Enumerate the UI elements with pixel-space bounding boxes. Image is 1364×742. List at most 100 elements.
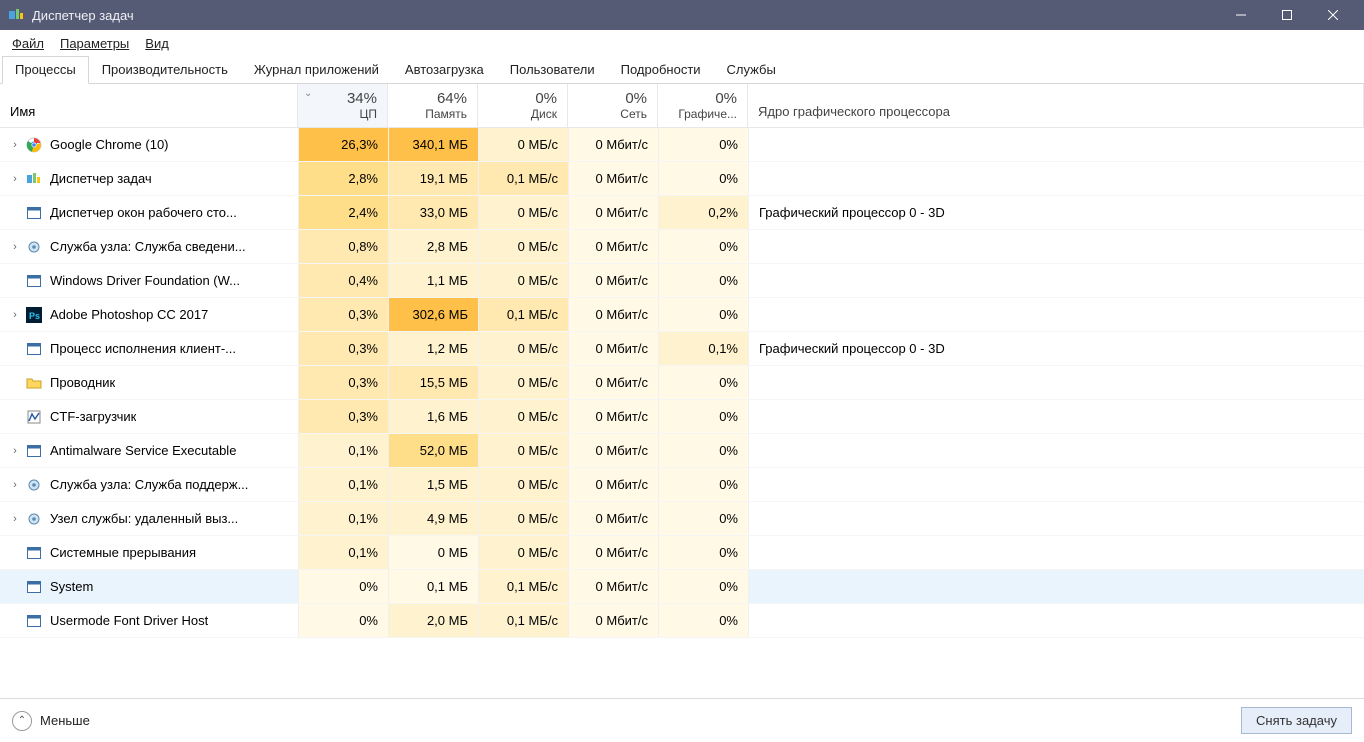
menu-options[interactable]: Параметры bbox=[52, 33, 137, 54]
cell-cpu: 0,1% bbox=[298, 536, 388, 569]
cell-name: Usermode Font Driver Host bbox=[0, 604, 298, 637]
expand-icon[interactable]: › bbox=[8, 173, 22, 185]
mem-label: Память bbox=[425, 107, 467, 121]
cell-gpu: 0% bbox=[658, 298, 748, 331]
process-table: Имя ⌄ 34% ЦП 64% Память 0% Диск 0% Сеть … bbox=[0, 84, 1364, 698]
cell-name: Процесс исполнения клиент-... bbox=[0, 332, 298, 365]
cell-disk: 0,1 МБ/с bbox=[478, 570, 568, 603]
table-row[interactable]: Процесс исполнения клиент-...0,3%1,2 МБ0… bbox=[0, 332, 1364, 366]
table-row[interactable]: ›Узел службы: удаленный выз...0,1%4,9 МБ… bbox=[0, 502, 1364, 536]
table-row[interactable]: ›Диспетчер задач2,8%19,1 МБ0,1 МБ/с0 Мби… bbox=[0, 162, 1364, 196]
cell-gpu-engine bbox=[748, 298, 1364, 331]
cell-gpu-engine bbox=[748, 434, 1364, 467]
cell-net: 0 Мбит/с bbox=[568, 264, 658, 297]
table-row[interactable]: CTF-загрузчик0,3%1,6 МБ0 МБ/с0 Мбит/с0% bbox=[0, 400, 1364, 434]
column-network[interactable]: 0% Сеть bbox=[568, 84, 658, 127]
table-row[interactable]: System0%0,1 МБ0,1 МБ/с0 Мбит/с0% bbox=[0, 570, 1364, 604]
expand-icon[interactable]: › bbox=[8, 309, 22, 321]
cell-net: 0 Мбит/с bbox=[568, 604, 658, 637]
cell-disk: 0 МБ/с bbox=[478, 230, 568, 263]
table-row[interactable]: Windows Driver Foundation (W...0,4%1,1 М… bbox=[0, 264, 1364, 298]
cell-gpu-engine bbox=[748, 264, 1364, 297]
table-row[interactable]: ›Служба узла: Служба поддерж...0,1%1,5 М… bbox=[0, 468, 1364, 502]
cell-mem: 1,2 МБ bbox=[388, 332, 478, 365]
cell-gpu-engine: Графический процессор 0 - 3D bbox=[748, 196, 1364, 229]
end-task-button[interactable]: Снять задачу bbox=[1241, 707, 1352, 734]
svg-text:Ps: Ps bbox=[29, 311, 40, 321]
column-cpu[interactable]: ⌄ 34% ЦП bbox=[298, 84, 388, 127]
cell-mem: 340,1 МБ bbox=[388, 128, 478, 161]
expand-icon[interactable]: › bbox=[8, 139, 22, 151]
cell-name: ›Диспетчер задач bbox=[0, 162, 298, 195]
tab-performance[interactable]: Производительность bbox=[89, 56, 241, 84]
cell-net: 0 Мбит/с bbox=[568, 366, 658, 399]
cell-net: 0 Мбит/с bbox=[568, 196, 658, 229]
table-header: Имя ⌄ 34% ЦП 64% Память 0% Диск 0% Сеть … bbox=[0, 84, 1364, 128]
tabstrip: Процессы Производительность Журнал прило… bbox=[0, 56, 1364, 84]
titlebar[interactable]: Диспетчер задач bbox=[0, 0, 1364, 30]
cell-gpu: 0% bbox=[658, 434, 748, 467]
cell-gpu-engine bbox=[748, 366, 1364, 399]
cell-mem: 1,5 МБ bbox=[388, 468, 478, 501]
tab-processes[interactable]: Процессы bbox=[2, 56, 89, 84]
cell-net: 0 Мбит/с bbox=[568, 332, 658, 365]
cell-gpu: 0% bbox=[658, 536, 748, 569]
cell-disk: 0 МБ/с bbox=[478, 366, 568, 399]
cell-gpu: 0% bbox=[658, 264, 748, 297]
column-name[interactable]: Имя bbox=[0, 84, 298, 127]
cell-net: 0 Мбит/с bbox=[568, 434, 658, 467]
expand-icon[interactable]: › bbox=[8, 445, 22, 457]
window-icon bbox=[26, 545, 42, 561]
tab-apphistory[interactable]: Журнал приложений bbox=[241, 56, 392, 84]
tab-users[interactable]: Пользователи bbox=[497, 56, 608, 84]
process-name: System bbox=[50, 579, 93, 594]
menu-view[interactable]: Вид bbox=[137, 33, 177, 54]
maximize-button[interactable] bbox=[1264, 0, 1310, 30]
table-row[interactable]: ›Служба узла: Служба сведени...0,8%2,8 М… bbox=[0, 230, 1364, 264]
cell-mem: 0,1 МБ bbox=[388, 570, 478, 603]
tab-startup[interactable]: Автозагрузка bbox=[392, 56, 497, 84]
tab-services[interactable]: Службы bbox=[714, 56, 789, 84]
close-button[interactable] bbox=[1310, 0, 1356, 30]
column-disk[interactable]: 0% Диск bbox=[478, 84, 568, 127]
table-row[interactable]: Проводник0,3%15,5 МБ0 МБ/с0 Мбит/с0% bbox=[0, 366, 1364, 400]
cell-net: 0 Мбит/с bbox=[568, 298, 658, 331]
expand-icon[interactable]: › bbox=[8, 241, 22, 253]
process-name: Системные прерывания bbox=[50, 545, 196, 560]
cell-cpu: 0,1% bbox=[298, 434, 388, 467]
chevron-up-icon: ⌃ bbox=[12, 711, 32, 731]
cell-cpu: 0,3% bbox=[298, 298, 388, 331]
table-body[interactable]: ›Google Chrome (10)26,3%340,1 МБ0 МБ/с0 … bbox=[0, 128, 1364, 686]
cell-gpu: 0,2% bbox=[658, 196, 748, 229]
cell-gpu: 0% bbox=[658, 570, 748, 603]
table-row[interactable]: ›Antimalware Service Executable0,1%52,0 … bbox=[0, 434, 1364, 468]
gear-icon bbox=[26, 477, 42, 493]
table-row[interactable]: Системные прерывания0,1%0 МБ0 МБ/с0 Мбит… bbox=[0, 536, 1364, 570]
process-name: Процесс исполнения клиент-... bbox=[50, 341, 236, 356]
column-gpu[interactable]: 0% Графиче... bbox=[658, 84, 748, 127]
cell-disk: 0,1 МБ/с bbox=[478, 604, 568, 637]
fewer-details-button[interactable]: ⌃ Меньше bbox=[12, 711, 90, 731]
cell-cpu: 0,1% bbox=[298, 502, 388, 535]
cell-cpu: 2,4% bbox=[298, 196, 388, 229]
cell-cpu: 0,8% bbox=[298, 230, 388, 263]
process-name: CTF-загрузчик bbox=[50, 409, 136, 424]
column-memory[interactable]: 64% Память bbox=[388, 84, 478, 127]
cell-gpu-engine bbox=[748, 162, 1364, 195]
table-row[interactable]: Usermode Font Driver Host0%2,0 МБ0,1 МБ/… bbox=[0, 604, 1364, 638]
column-gpu-engine[interactable]: Ядро графического процессора bbox=[748, 84, 1364, 127]
minimize-button[interactable] bbox=[1218, 0, 1264, 30]
cell-net: 0 Мбит/с bbox=[568, 570, 658, 603]
cell-name: System bbox=[0, 570, 298, 603]
cell-mem: 1,1 МБ bbox=[388, 264, 478, 297]
expand-icon[interactable]: › bbox=[8, 513, 22, 525]
menubar: Файл Параметры Вид bbox=[0, 30, 1364, 56]
tab-details[interactable]: Подробности bbox=[608, 56, 714, 84]
cell-gpu-engine bbox=[748, 400, 1364, 433]
expand-icon[interactable]: › bbox=[8, 479, 22, 491]
menu-file[interactable]: Файл bbox=[4, 33, 52, 54]
table-row[interactable]: ›Google Chrome (10)26,3%340,1 МБ0 МБ/с0 … bbox=[0, 128, 1364, 162]
cell-name: Windows Driver Foundation (W... bbox=[0, 264, 298, 297]
table-row[interactable]: ›PsAdobe Photoshop CC 20170,3%302,6 МБ0,… bbox=[0, 298, 1364, 332]
table-row[interactable]: Диспетчер окон рабочего сто...2,4%33,0 М… bbox=[0, 196, 1364, 230]
